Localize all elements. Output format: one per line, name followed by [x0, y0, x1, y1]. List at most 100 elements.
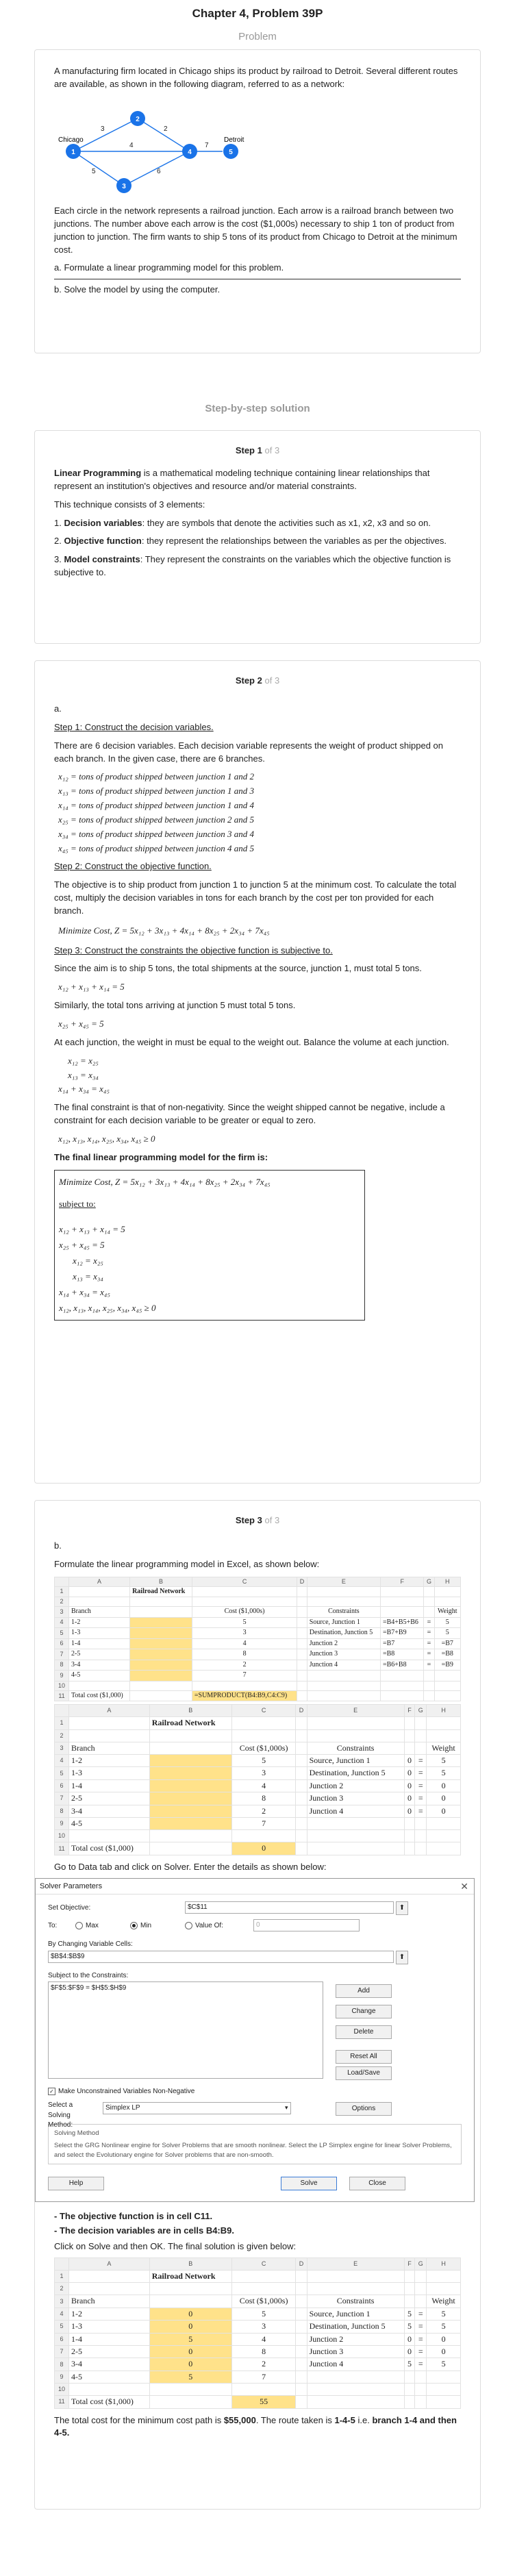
help-button[interactable]: Help — [48, 2177, 104, 2191]
sheet-cell — [414, 1741, 427, 1755]
decision-cell: 0 — [149, 2358, 232, 2371]
max-radio[interactable]: Max — [75, 1921, 99, 1931]
sheet-row: 7 2-5 0 8 Junction 3 0 = 0 — [54, 2344, 461, 2359]
column-header: A — [68, 1704, 150, 1718]
problem-card: A manufacturing firm located in Chicago … — [34, 49, 481, 354]
row-header: 4 — [54, 1616, 69, 1629]
solve-button[interactable]: Solve — [281, 2177, 337, 2191]
decision-variable-list: x₁₂ = tons of product shipped between ju… — [54, 771, 461, 855]
value-of-input[interactable]: 0 — [253, 1918, 360, 1931]
problem-label: Problem — [238, 30, 277, 42]
changing-cells-input[interactable]: $B$4:$B$9 — [48, 1951, 394, 1964]
value-of-radio[interactable]: Value Of: — [185, 1921, 223, 1931]
sheet-cell: Total cost ($1,000) — [68, 1690, 131, 1702]
elements-intro: This technique consists of 3 elements: — [54, 499, 205, 510]
sheet-cell — [426, 2282, 461, 2296]
decision-cell: 0 — [149, 2320, 232, 2334]
load-save-button[interactable]: Load/Save — [336, 2066, 392, 2080]
sheet-cell: 1-4 — [68, 1779, 150, 1793]
sheet-cell — [403, 2370, 416, 2384]
decision-cell: 0 — [149, 2344, 232, 2359]
sheet-row: 7 2-5 8 Junction 3 0 = 0 — [54, 1792, 461, 1805]
sheet-cell: = — [414, 2320, 427, 2334]
row-header: 9 — [54, 1817, 69, 1831]
range-select-icon[interactable]: ⬆ — [396, 1951, 408, 1965]
add-button[interactable]: Add — [336, 1984, 392, 1998]
edge-cost-4-5: 7 — [205, 142, 209, 149]
sheet-cell: 1-2 — [68, 2307, 150, 2321]
close-button[interactable]: Close — [349, 2177, 405, 2191]
sheet-cell — [403, 1716, 416, 1730]
sheet-row: 1 Railroad Network — [54, 2269, 461, 2284]
sheet-cell: Source, Junction 1 — [306, 1754, 405, 1768]
constraints-list[interactable]: $F$5:$F$9 = $H$5:$H$9 — [48, 1981, 323, 2079]
row-header: 5 — [54, 1766, 69, 1780]
row-header: 7 — [54, 1792, 69, 1805]
element-1: 1. Decision variables: they are symbols … — [54, 517, 431, 528]
sheet-cell — [68, 1680, 131, 1691]
decision-cell — [149, 1779, 232, 1793]
sheet-cell — [306, 2383, 405, 2397]
sheet-cell — [149, 2294, 232, 2308]
sheet-cell: = — [423, 1616, 435, 1629]
column-header: D — [297, 1576, 307, 1587]
min-radio[interactable]: Min — [130, 1921, 151, 1931]
part-a-label: a. — [54, 703, 62, 714]
method-select[interactable]: Simplex LP — [103, 2102, 291, 2115]
reset-all-button[interactable]: Reset All — [336, 2049, 392, 2064]
sheet-cell — [403, 1741, 416, 1755]
balance-constraint: x₁₂ = x₂₅ — [68, 1055, 99, 1066]
sheet-cell — [434, 1680, 462, 1691]
row-header: 8 — [54, 1804, 69, 1818]
sheet-cell: 3 — [191, 1627, 298, 1639]
sheet-cell: = — [414, 2307, 427, 2321]
close-icon[interactable]: ✕ — [460, 1879, 468, 1894]
row-header: 10 — [54, 2383, 69, 2397]
sheet-cell — [295, 2383, 307, 2397]
sheet-cell — [379, 1680, 425, 1691]
sheet-cell: Branch — [68, 1741, 150, 1755]
nonnegative-checkbox[interactable]: ✓ Make Unconstrained Variables Non-Negati… — [48, 2087, 462, 2097]
options-button[interactable]: Options — [336, 2102, 392, 2116]
sheet-cell — [306, 2282, 405, 2296]
decision-variable: x₁₄ = tons of product shipped between ju… — [58, 800, 254, 811]
sheet-cell: = — [414, 2358, 427, 2371]
sheet-row: 11 Total cost ($1,000) =SUMPRODUCT(B4:B9,C… — [54, 1690, 462, 1702]
destination-constraint: x₂₅ + x₄₅ = 5 — [58, 1018, 104, 1029]
sheet-cell: 0 — [426, 2344, 461, 2359]
change-button[interactable]: Change — [336, 2004, 392, 2018]
subject-to: subject to: — [59, 1199, 96, 1210]
sheet-cell: 4 — [231, 2332, 297, 2346]
decision-cell — [129, 1627, 192, 1639]
row-header: 3 — [54, 1606, 69, 1618]
sheet-cell: Junction 4 — [306, 1804, 405, 1818]
sheet-cell — [306, 1680, 381, 1691]
range-select-icon[interactable]: ⬆ — [396, 1901, 408, 1915]
sheet-cell: 5 — [426, 2358, 461, 2371]
sheet-cell — [297, 1606, 307, 1618]
row-header: 10 — [54, 1829, 69, 1843]
row-header: 1 — [54, 2269, 69, 2284]
delete-button[interactable]: Delete — [336, 2025, 392, 2039]
solution-label: Step-by-step solution — [205, 403, 310, 415]
sheet-cell: Source, Junction 1 — [306, 1616, 381, 1629]
sheet-cell — [403, 2282, 416, 2296]
sheet-cell: 0 — [426, 1804, 461, 1818]
sheet-cell: 1-3 — [68, 1627, 131, 1639]
row-header: 4 — [54, 1754, 69, 1768]
sheet-cell: = — [423, 1649, 435, 1660]
sheet-cell — [306, 2395, 405, 2409]
sheet-cell: 0 — [403, 1766, 416, 1780]
constraint-item[interactable]: $F$5:$F$9 = $H$5:$H$9 — [49, 1982, 323, 1995]
sheet-cell — [414, 1842, 427, 1855]
sheet-cell: =SUMPRODUCT(B4:B9,C4:C9) — [191, 1690, 298, 1702]
row-header: 3 — [54, 2294, 69, 2308]
chevron-down-icon[interactable]: ▾ — [285, 2103, 288, 2112]
column-header: B — [149, 2258, 232, 2271]
decision-cell — [149, 1804, 232, 1818]
sheet-cell: 0 — [403, 1804, 416, 1818]
corner-cell — [54, 1576, 69, 1587]
objective-input[interactable]: $C$11 — [185, 1901, 394, 1914]
edge-2-5 — [137, 118, 190, 152]
sheet-cell: 0 — [231, 1842, 297, 1855]
